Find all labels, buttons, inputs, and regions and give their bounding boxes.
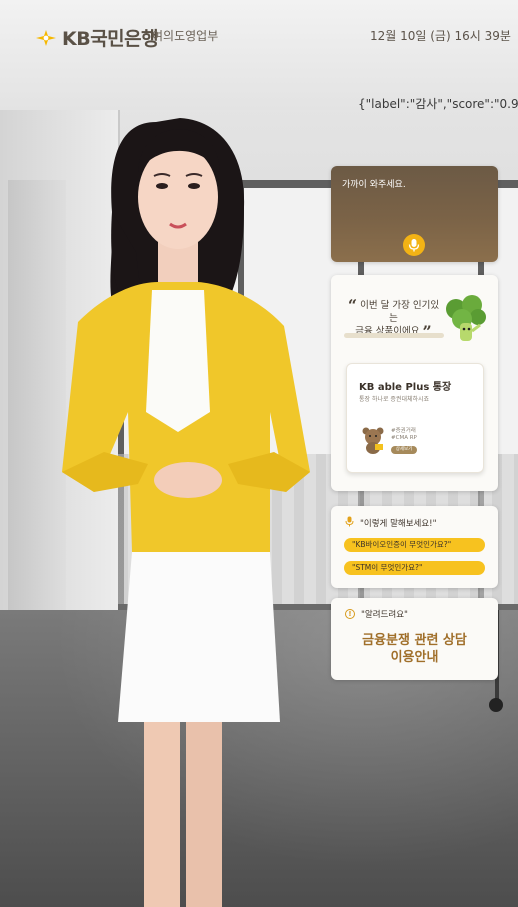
quote-underline bbox=[344, 333, 444, 338]
popular-product-card[interactable]: “ 이번 달 가장 인기있는 금융 상품이에요 ” KB able Plus 통… bbox=[331, 275, 498, 491]
promo-quote-line1: 이번 달 가장 인기있는 bbox=[360, 300, 440, 324]
notice-header: ! "알려드려요" bbox=[345, 608, 408, 620]
close-quote-mark: ” bbox=[422, 322, 432, 341]
suggestion-header-text: "이렇게 말해보세요!" bbox=[360, 519, 437, 529]
product-detail-button[interactable]: 상세보기 bbox=[391, 446, 417, 454]
product-tag: #CMA RP bbox=[391, 435, 417, 441]
info-icon: ! bbox=[345, 609, 355, 619]
product-card[interactable]: KB able Plus 통장 통장 하나로 증권대체하시죠 #증권거래 #CM… bbox=[346, 363, 484, 473]
datetime: 12월 10일 (금) 16시 39분 bbox=[370, 29, 511, 43]
suggestion-chip[interactable]: "KB바이오인증이 무엇인가요?" bbox=[344, 538, 485, 552]
kb-star-icon bbox=[34, 29, 56, 47]
ai-banker-avatar bbox=[48, 112, 324, 907]
header: KB국민은행 여의도영업부 12월 10일 (금) 16시 39분 bbox=[0, 0, 518, 70]
notice-body-line2: 이용안내 bbox=[390, 650, 439, 665]
broccoli-mascot-icon bbox=[444, 295, 486, 343]
suggestion-chip[interactable]: "STM이 무엇인가요?" bbox=[344, 561, 485, 575]
kb-logo: KB국민은행 bbox=[34, 24, 159, 51]
branch-name: 여의도영업부 bbox=[152, 29, 219, 43]
product-tag: #증권거래 bbox=[391, 428, 416, 434]
kiosk-screen: KB국민은행 여의도영업부 12월 10일 (금) 16시 39분 {"labe… bbox=[0, 0, 518, 907]
emotion-result-text: {"label":"감사","score":"0.9905"} bbox=[358, 97, 518, 111]
microphone-icon[interactable] bbox=[403, 234, 425, 256]
notice-header-text: "알려드려요" bbox=[361, 610, 408, 620]
notice-body-line1: 금융분쟁 관련 상담 bbox=[362, 633, 467, 648]
open-quote-mark: “ bbox=[347, 296, 358, 315]
product-detail-label: 상세보기 bbox=[395, 447, 413, 452]
notice-body: 금융분쟁 관련 상담 이용안내 bbox=[331, 632, 498, 666]
speech-prompt-text: 가까이 와주세요. bbox=[342, 180, 406, 190]
notice-card[interactable]: ! "알려드려요" 금융분쟁 관련 상담 이용안내 bbox=[331, 598, 498, 680]
suggestion-card: "이렇게 말해보세요!" "KB바이오인증이 무엇인가요?" "STM이 무엇인… bbox=[331, 506, 498, 588]
suggestion-header: "이렇게 말해보세요!" bbox=[345, 516, 437, 530]
brand-name: KB국민은행 bbox=[62, 28, 159, 50]
speech-prompt-card: 가까이 와주세요. bbox=[331, 166, 498, 262]
product-title: KB able Plus 통장 bbox=[359, 382, 452, 393]
microphone-small-icon bbox=[345, 516, 354, 530]
product-subtitle: 통장 하나로 증권대체하시죠 bbox=[359, 396, 430, 403]
bear-mascot-icon bbox=[361, 426, 385, 454]
